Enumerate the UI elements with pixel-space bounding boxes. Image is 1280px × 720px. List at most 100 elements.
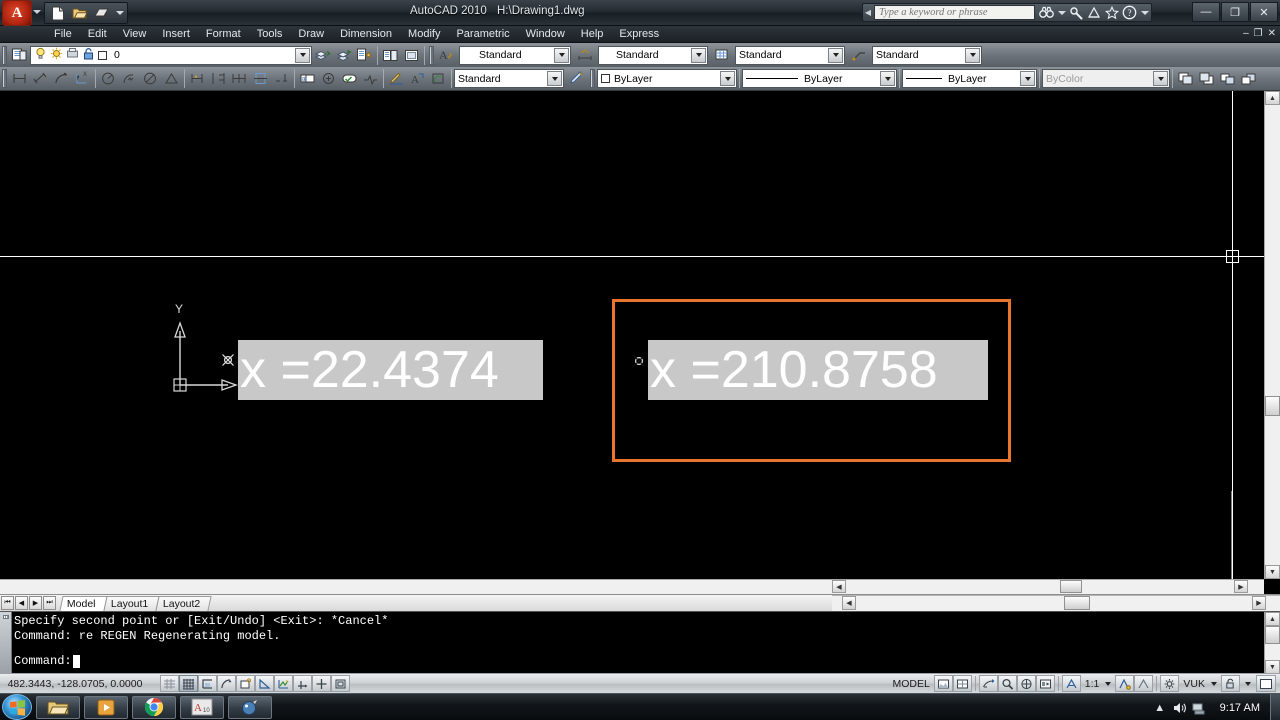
text-insertion-grip-1[interactable] xyxy=(221,353,235,367)
edit-dimension-text-icon[interactable] xyxy=(386,68,407,89)
continue-dimension-icon[interactable] xyxy=(229,68,250,89)
vscroll-down-arrow[interactable]: ▼ xyxy=(1265,565,1280,579)
minimize-button[interactable]: — xyxy=(1192,2,1220,22)
auto-scale-icon[interactable] xyxy=(1134,675,1154,692)
snap-mode-toggle[interactable] xyxy=(179,675,198,692)
taskbar-autocad[interactable]: A 10 xyxy=(180,695,224,719)
hscroll-right-arrow[interactable]: ▶ xyxy=(1234,580,1248,593)
tab-nav-first[interactable]: ⏮ xyxy=(1,596,14,610)
tab-layout1[interactable]: Layout1 xyxy=(103,595,160,611)
drawing-canvas[interactable]: Y x =22.4374 x =210.8758 ◀ ▶ xyxy=(0,91,1280,594)
cmdscroll-up-arrow[interactable]: ▲ xyxy=(1265,612,1280,626)
menu-window[interactable]: Window xyxy=(518,27,573,41)
menu-parametric[interactable]: Parametric xyxy=(448,27,517,41)
tab-nav-last[interactable]: ⏭ xyxy=(43,596,56,610)
workspace-chevron-down-icon[interactable] xyxy=(1211,681,1217,686)
tab-model[interactable]: Model xyxy=(59,595,108,611)
command-window-grip[interactable] xyxy=(0,612,12,674)
tabscroll-left-arrow[interactable]: ◀ xyxy=(842,596,856,610)
document-close-button[interactable]: ✕ xyxy=(1268,28,1276,39)
search-expand-icon[interactable]: ◀ xyxy=(863,8,873,17)
multileader-style-combo[interactable]: Standard xyxy=(872,45,982,65)
tabscroll-thumb[interactable] xyxy=(1064,596,1090,610)
send-under-object-icon[interactable] xyxy=(1238,68,1259,89)
send-to-back-icon[interactable] xyxy=(1196,68,1217,89)
menu-modify[interactable]: Modify xyxy=(400,27,448,41)
linear-dimension-icon[interactable] xyxy=(9,68,30,89)
vscroll-thumb[interactable] xyxy=(1265,396,1280,416)
tolerance-icon[interactable]: ⊞ xyxy=(297,68,318,89)
text-style-icon[interactable]: A xyxy=(436,45,457,66)
dimension-toolbar-grip[interactable] xyxy=(2,69,7,88)
clean-screen-icon[interactable] xyxy=(1256,675,1276,692)
menu-tools[interactable]: Tools xyxy=(249,27,291,41)
command-window-scrollbar[interactable]: ▲ ▼ xyxy=(1264,612,1280,674)
multileader-style-chevron-down-icon[interactable] xyxy=(965,47,980,63)
lineweight-chevron-down-icon[interactable] xyxy=(1020,71,1035,86)
layer-make-current-icon[interactable] xyxy=(333,45,354,66)
dimension-style-combo-2[interactable]: Standard xyxy=(454,69,564,88)
speaker-icon[interactable] xyxy=(1170,694,1190,720)
dimension-style-2-chevron-down-icon[interactable] xyxy=(547,71,562,86)
quick-dimension-icon[interactable] xyxy=(187,68,208,89)
object-snap-tracking-toggle[interactable] xyxy=(274,675,293,692)
text-style-chevron-down-icon[interactable] xyxy=(554,47,569,63)
menu-help[interactable]: Help xyxy=(573,27,612,41)
document-minimize-button[interactable]: – xyxy=(1243,28,1249,39)
annotation-visibility-icon[interactable] xyxy=(1115,675,1135,692)
tab-nav-previous[interactable]: ◀ xyxy=(15,596,28,610)
start-button[interactable] xyxy=(2,694,32,720)
table-style-chevron-down-icon[interactable] xyxy=(828,47,843,63)
baseline-dimension-icon[interactable] xyxy=(208,68,229,89)
linetype-control-combo[interactable]: ByLayer xyxy=(742,69,897,88)
ordinate-dimension-icon[interactable]: X xyxy=(72,68,93,89)
show-desktop-button[interactable] xyxy=(1270,694,1280,720)
layer-plot-icon[interactable] xyxy=(66,47,79,63)
linetype-chevron-down-icon[interactable] xyxy=(880,71,895,86)
table-style-icon[interactable] xyxy=(712,45,733,66)
grid-display-toggle[interactable] xyxy=(198,675,217,692)
open-file-icon[interactable] xyxy=(70,4,90,22)
paper-space-icon[interactable] xyxy=(952,675,972,692)
dimension-style-manager-icon[interactable] xyxy=(567,68,588,89)
command-window[interactable]: Specify second point or [Exit/Undo] <Exi… xyxy=(0,611,1280,674)
search-chevron-down-icon[interactable] xyxy=(1058,10,1066,15)
search-binoculars-icon[interactable] xyxy=(1038,4,1055,21)
workspace-label[interactable]: VUK xyxy=(1179,678,1209,690)
annotation-scale-value[interactable]: 1:1 xyxy=(1081,678,1104,690)
sign-in-icon[interactable] xyxy=(1085,4,1102,21)
jogged-dimension-icon[interactable] xyxy=(119,68,140,89)
properties-toolbar-grip[interactable] xyxy=(590,69,595,88)
menu-draw[interactable]: Draw xyxy=(290,27,332,41)
bring-to-front-icon[interactable] xyxy=(1175,68,1196,89)
plot-style-chevron-down-icon[interactable] xyxy=(1153,71,1168,86)
menu-format[interactable]: Format xyxy=(198,27,249,41)
plot-style-combo[interactable]: ByColor xyxy=(1042,69,1170,88)
document-restore-button[interactable]: ❐ xyxy=(1254,28,1263,39)
communication-center-icon[interactable] xyxy=(1067,4,1084,21)
space-label[interactable]: MODEL xyxy=(888,678,933,690)
taskbar-game[interactable] xyxy=(228,695,272,719)
text-toolbar-grip[interactable] xyxy=(429,45,434,65)
layer-control-combo[interactable]: 0 xyxy=(30,45,312,65)
color-chevron-down-icon[interactable] xyxy=(720,71,735,86)
lineweight-control-combo[interactable]: ByLayer xyxy=(902,69,1037,88)
angular-dimension-icon[interactable] xyxy=(161,68,182,89)
dimension-style-icon[interactable] xyxy=(575,45,596,66)
status-overflow-chevron-down-icon[interactable] xyxy=(1245,681,1251,686)
workspace-gear-icon[interactable] xyxy=(1160,675,1180,692)
layer-states-manager-icon[interactable] xyxy=(380,45,401,66)
steering-wheel-icon[interactable] xyxy=(1016,675,1036,692)
close-button[interactable]: ✕ xyxy=(1250,2,1278,22)
command-input-row[interactable]: Command: xyxy=(14,653,1264,669)
annotation-scale-icon[interactable] xyxy=(1061,675,1081,692)
taskbar-chrome[interactable] xyxy=(132,695,176,719)
arc-length-dimension-icon[interactable] xyxy=(51,68,72,89)
layer-combo-chevron-down-icon[interactable] xyxy=(295,47,310,63)
layers-toolbar-grip[interactable] xyxy=(2,45,7,65)
layer-isolate-icon[interactable] xyxy=(401,45,422,66)
text-entity-2[interactable]: x =210.8758 xyxy=(648,340,988,400)
favorites-star-icon[interactable] xyxy=(1103,4,1120,21)
ortho-mode-toggle[interactable] xyxy=(217,675,236,692)
color-control-combo[interactable]: ByLayer xyxy=(597,69,737,88)
